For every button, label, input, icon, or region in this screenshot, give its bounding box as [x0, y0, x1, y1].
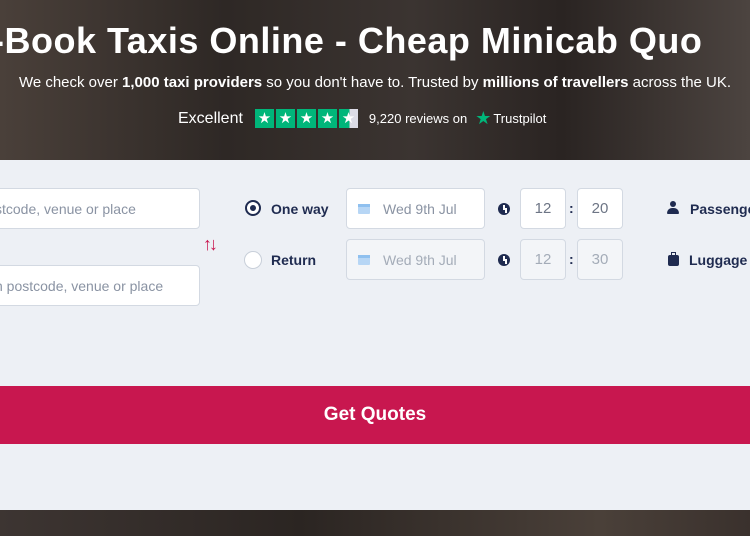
subtitle-highlight-travellers: millions of travellers — [482, 74, 629, 91]
trustpilot-brand: Trustpilot — [493, 111, 547, 126]
calendar-icon — [358, 202, 370, 214]
pickup-input[interactable]: stcode, venue or place — [0, 188, 200, 229]
one-way-label[interactable]: One way — [271, 201, 329, 217]
outbound-minute-select[interactable]: 20 — [577, 188, 623, 229]
trustpilot-review-count: 9,220 reviews on — [368, 111, 468, 126]
clock-icon — [498, 254, 510, 266]
time-separator: : — [569, 200, 574, 216]
time-separator: : — [569, 251, 574, 267]
trustpilot-widget[interactable]: Excellent ★ ★ ★ ★ ★ 9,220 reviews on ★ T… — [178, 108, 546, 129]
subtitle-text: across the UK. — [628, 74, 732, 91]
return-date-picker[interactable]: Wed 9th Jul — [346, 239, 485, 280]
outbound-hour-select[interactable]: 12 — [520, 188, 566, 229]
calendar-icon — [358, 253, 370, 265]
background-photo-strip — [0, 510, 750, 536]
star-icon: ★ — [296, 109, 316, 128]
half-star-icon: ★ — [338, 109, 358, 128]
subtitle-highlight-providers: 1,000 taxi providers — [122, 74, 263, 91]
trustpilot-logo-icon: ★ — [475, 108, 492, 128]
dropoff-input[interactable]: n postcode, venue or place — [0, 265, 200, 306]
one-way-radio[interactable] — [245, 200, 261, 216]
return-label[interactable]: Return — [271, 252, 316, 268]
star-icon: ★ — [254, 109, 274, 128]
trustpilot-rating-text: Excellent — [178, 109, 243, 127]
return-minute-select[interactable]: 30 — [577, 239, 623, 280]
outbound-date-value: Wed 9th Jul — [383, 200, 457, 217]
get-quotes-button[interactable]: Get Quotes — [0, 386, 750, 444]
luggage-icon — [668, 252, 679, 266]
swap-arrows-icon[interactable]: ↑↓ — [203, 234, 218, 255]
subtitle-text: so you don't have to. Trusted by — [262, 74, 483, 91]
return-radio[interactable] — [244, 251, 262, 269]
passengers-selector[interactable]: Passenge — [690, 201, 750, 217]
subtitle-text: We check over — [18, 74, 123, 91]
dropoff-placeholder: n postcode, venue or place — [0, 277, 164, 294]
clock-icon — [498, 203, 510, 215]
star-icon: ★ — [275, 109, 295, 128]
return-hour-select[interactable]: 12 — [520, 239, 566, 280]
trustpilot-stars: ★ ★ ★ ★ ★ — [254, 109, 358, 128]
star-icon: ★ — [317, 109, 337, 128]
return-date-value: Wed 9th Jul — [383, 251, 457, 268]
page-title: -Book Taxis Online - Cheap Minicab Quo — [0, 20, 703, 61]
pickup-placeholder: stcode, venue or place — [0, 200, 136, 217]
outbound-date-picker[interactable]: Wed 9th Jul — [346, 188, 485, 229]
luggage-selector[interactable]: Luggage — [689, 252, 747, 268]
person-icon — [667, 201, 679, 215]
hero-banner: -Book Taxis Online - Cheap Minicab Quo W… — [0, 0, 750, 160]
hero-subtitle: We check over 1,000 taxi providers so yo… — [0, 74, 750, 91]
